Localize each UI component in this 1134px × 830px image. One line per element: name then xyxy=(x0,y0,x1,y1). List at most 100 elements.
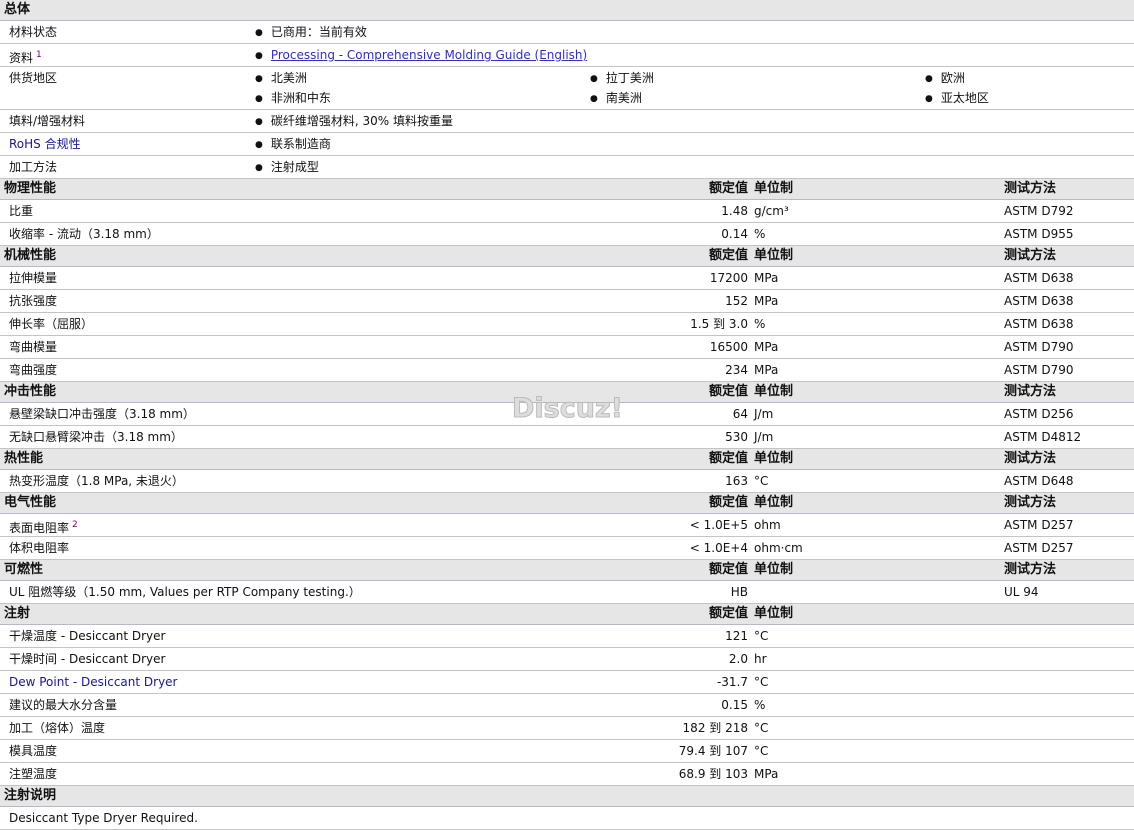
section-header: 物理性能 额定值 单位制 测试方法 xyxy=(0,179,1134,200)
list-item: 南美洲 xyxy=(590,87,642,111)
property-unit: MPa xyxy=(754,340,779,354)
table-row: 供货地区北美洲拉丁美洲欧洲非洲和中东南美洲亚太地区 xyxy=(0,67,1134,110)
row-label: 抗张强度 xyxy=(9,290,57,312)
table-row: 比重 1.48 g/cm³ ASTM D792 xyxy=(0,200,1134,223)
row-label-text: 供货地区 xyxy=(9,71,58,85)
property-value: HB xyxy=(730,585,748,599)
column-header-unit: 单位制 xyxy=(754,562,794,577)
row-label: 拉伸模量 xyxy=(9,267,57,289)
table-row: 填料/增强材料 碳纤维增强材料, 30% 填料按重量 xyxy=(0,110,1134,133)
row-label-text: 比重 xyxy=(9,204,34,218)
row-label: 无缺口悬臂梁冲击（3.18 mm） xyxy=(9,426,183,448)
property-value: 234 xyxy=(725,363,748,377)
property-unit: MPa xyxy=(754,294,779,308)
property-value: 0.15 xyxy=(721,698,748,712)
column-header-value: 额定值 xyxy=(708,451,748,466)
column-header-unit: 单位制 xyxy=(754,248,794,263)
property-value: < 1.0E+5 xyxy=(689,518,748,532)
test-method: ASTM D256 xyxy=(1004,407,1074,421)
row-label-text: RoHS 合规性 xyxy=(9,137,81,151)
row-label-text: 无缺口悬臂梁冲击（3.18 mm） xyxy=(9,430,183,444)
row-label-text: 弯曲强度 xyxy=(9,363,58,377)
property-unit: MPa xyxy=(754,271,779,285)
row-label: 悬壁梁缺口冲击强度（3.18 mm） xyxy=(9,403,195,425)
section-header: 机械性能 额定值 单位制 测试方法 xyxy=(0,246,1134,267)
table-row: 体积电阻率 < 1.0E+4 ohm·cm ASTM D257 xyxy=(0,537,1134,560)
document-link[interactable]: Processing - Comprehensive Molding Guide… xyxy=(271,48,587,62)
column-header-value: 额定值 xyxy=(708,606,748,621)
row-label: 收缩率 - 流动（3.18 mm） xyxy=(9,223,159,245)
column-header-method: 测试方法 xyxy=(1004,495,1057,510)
section-title: 物理性能 xyxy=(4,181,57,196)
column-header-value: 额定值 xyxy=(708,384,748,399)
row-label-text: 加工方法 xyxy=(9,160,58,174)
list-item: 碳纤维增强材料, 30% 填料按重量 xyxy=(255,110,453,134)
section-header: 可燃性 额定值 单位制 测试方法 xyxy=(0,560,1134,581)
property-unit: MPa xyxy=(754,363,779,377)
property-value: 0.14 xyxy=(721,227,748,241)
row-label: 加工（熔体）温度 xyxy=(9,717,105,739)
property-unit: °C xyxy=(754,675,769,689)
row-label: 资料 1 xyxy=(9,44,42,69)
row-label-text: 悬壁梁缺口冲击强度（3.18 mm） xyxy=(9,407,195,421)
list-item: 非洲和中东 xyxy=(255,87,331,111)
row-label-text: 干燥时间 - Desiccant Dryer xyxy=(9,652,166,666)
property-unit: MPa xyxy=(754,767,779,781)
row-label-text: 加工（熔体）温度 xyxy=(9,721,106,735)
section-title: 总体 xyxy=(4,2,31,17)
row-label-text: 材料状态 xyxy=(9,25,58,39)
row-label: 材料状态 xyxy=(9,21,57,43)
row-label: 弯曲强度 xyxy=(9,359,57,381)
section-title: 注射说明 xyxy=(4,788,57,803)
row-label-text: 模具温度 xyxy=(9,744,58,758)
footnote-marker[interactable]: 2 xyxy=(72,520,78,530)
column-header-method: 测试方法 xyxy=(1004,181,1057,196)
section-title: 可燃性 xyxy=(4,562,44,577)
property-unit: °C xyxy=(754,629,769,643)
column-header-method: 测试方法 xyxy=(1004,562,1057,577)
property-unit: hr xyxy=(754,652,767,666)
column-header-value: 额定值 xyxy=(708,495,748,510)
column-header-unit: 单位制 xyxy=(754,181,794,196)
test-method: ASTM D790 xyxy=(1004,340,1074,354)
footnote-marker[interactable]: 1 xyxy=(36,50,42,60)
column-header-unit: 单位制 xyxy=(754,606,794,621)
row-label: UL 阻燃等级（1.50 mm, Values per RTP Company … xyxy=(9,581,361,603)
section-header: 注射说明 xyxy=(0,786,1134,807)
test-method: ASTM D638 xyxy=(1004,271,1074,285)
property-unit: % xyxy=(754,317,766,331)
row-label: 干燥温度 - Desiccant Dryer xyxy=(9,625,165,647)
table-row: 弯曲模量 16500 MPa ASTM D790 xyxy=(0,336,1134,359)
table-row: 模具温度 79.4 到 107 °C xyxy=(0,740,1134,763)
test-method: ASTM D257 xyxy=(1004,541,1074,555)
row-label: 体积电阻率 xyxy=(9,537,69,559)
table-row: 建议的最大水分含量 0.15% xyxy=(0,694,1134,717)
section-title: 电气性能 xyxy=(4,495,57,510)
property-unit: % xyxy=(754,227,766,241)
property-value: -31.7 xyxy=(716,675,748,689)
property-value: 1.5 到 3.0 xyxy=(690,317,748,331)
property-value: 16500 xyxy=(709,340,748,354)
column-header-value: 额定值 xyxy=(708,181,748,196)
property-value: 163 xyxy=(725,474,748,488)
row-label: 比重 xyxy=(9,200,33,222)
row-label: 供货地区 xyxy=(9,67,57,89)
table-row: 材料状态 已商用：当前有效 xyxy=(0,21,1134,44)
row-label-text: 建议的最大水分含量 xyxy=(9,698,118,712)
table-row: 加工方法 注射成型 xyxy=(0,156,1134,179)
property-unit: % xyxy=(754,698,766,712)
list-item: 已商用：当前有效 xyxy=(255,21,367,45)
row-label-text: UL 阻燃等级（1.50 mm, Values per RTP Company … xyxy=(9,585,361,599)
row-label-text: 填料/增强材料 xyxy=(9,114,86,128)
row-label-text: 收缩率 - 流动（3.18 mm） xyxy=(9,227,159,241)
table-row: 注塑温度 68.9 到 103 MPa xyxy=(0,763,1134,786)
test-method: ASTM D790 xyxy=(1004,363,1074,377)
test-method: UL 94 xyxy=(1004,585,1039,599)
column-header-value: 额定值 xyxy=(708,562,748,577)
row-label-text: 干燥温度 - Desiccant Dryer xyxy=(9,629,166,643)
row-label-text: Dew Point - Desiccant Dryer xyxy=(9,675,178,689)
table-row: 热变形温度（1.8 MPa, 未退火） 163 °C ASTM D648 xyxy=(0,470,1134,493)
section-title: 注射 xyxy=(4,606,31,621)
row-label-text: 拉伸模量 xyxy=(9,271,58,285)
property-unit: ohm xyxy=(754,518,781,532)
